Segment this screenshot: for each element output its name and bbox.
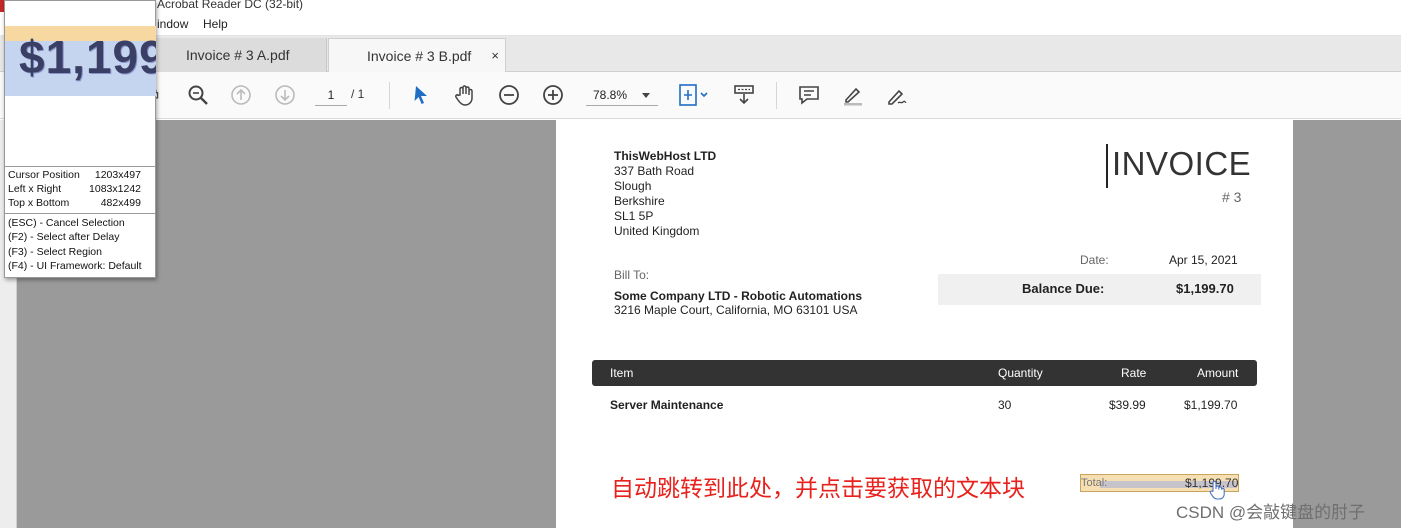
bill-to-address: 3216 Maple Court, California, MO 63101 U…	[614, 303, 858, 317]
seller-address-line: Slough	[614, 179, 652, 193]
shortcut-esc: (ESC) - Cancel Selection	[8, 217, 125, 229]
tab-label: Invoice # 3 B.pdf	[367, 47, 472, 64]
column-header-item: Item	[610, 366, 634, 380]
shortcut-f3: (F3) - Select Region	[8, 246, 102, 258]
sign-icon[interactable]	[884, 82, 910, 108]
magnified-text: $1,199	[19, 31, 156, 83]
top-bottom-value: 482x499	[100, 197, 141, 209]
page-number-input[interactable]: 1	[315, 84, 347, 106]
table-cell-item: Server Maintenance	[610, 398, 724, 412]
menu-bar: indow Help	[0, 14, 1401, 36]
window-title: Acrobat Reader DC (32-bit)	[157, 0, 304, 11]
zoom-in-icon[interactable]	[540, 82, 566, 108]
instruction-annotation: 自动跳转到此处，并点击要获取的文本块	[611, 475, 1025, 501]
page-total: / 1	[351, 87, 365, 101]
invoice-number: # 3	[1222, 189, 1242, 205]
select-cursor-icon[interactable]	[408, 82, 434, 108]
table-cell-rate: $39.99	[1109, 398, 1146, 412]
zoom-level-value: 78.8%	[593, 88, 628, 102]
total-label: Total:	[1081, 477, 1108, 489]
zoom-search-icon[interactable]	[185, 82, 211, 108]
bill-to-name: Some Company LTD - Robotic Automations	[614, 289, 862, 303]
column-header-rate: Rate	[1121, 366, 1147, 380]
close-tab-icon[interactable]: ×	[491, 48, 499, 63]
highlight-pen-icon[interactable]	[840, 82, 866, 108]
divider	[5, 213, 156, 214]
comment-icon[interactable]	[796, 82, 822, 108]
seller-address-line: 337 Bath Road	[614, 164, 695, 178]
hand-pointer-cursor-icon	[1209, 481, 1225, 500]
menu-help[interactable]: Help	[203, 17, 228, 31]
date-value: Apr 15, 2021	[1169, 253, 1238, 267]
table-cell-amount: $1,199.70	[1184, 398, 1238, 412]
balance-due-value: $1,199.70	[1176, 281, 1234, 296]
toolbar-divider	[776, 82, 777, 109]
zoom-level-dropdown[interactable]: 78.8%	[586, 84, 658, 106]
tab-invoice-a[interactable]: Invoice # 3 A.pdf	[157, 38, 327, 72]
invoice-heading: INVOICE	[1112, 145, 1252, 182]
seller-address-line: Berkshire	[614, 194, 665, 208]
tab-bar: Invoice # 3 A.pdf Invoice # 3 B.pdf ×	[0, 36, 1401, 72]
toolbar: 1 / 1 78.8%	[0, 72, 1401, 119]
bill-to-label: Bill To:	[614, 268, 650, 282]
toolbar-divider	[389, 82, 390, 109]
seller-address-line: SL1 5P	[614, 209, 654, 223]
csdn-watermark: CSDN @会敲键盘的肘子	[1176, 503, 1366, 522]
column-header-amount: Amount	[1197, 366, 1239, 380]
shortcut-f2: (F2) - Select after Delay	[8, 231, 120, 243]
top-bottom-label: Top x Bottom	[8, 197, 70, 209]
previous-page-icon[interactable]	[228, 82, 254, 108]
document-margin	[1293, 120, 1401, 528]
hand-tool-icon[interactable]	[452, 82, 478, 108]
zoom-out-icon[interactable]	[496, 82, 522, 108]
seller-company-name: ThisWebHost LTD	[614, 149, 717, 163]
cursor-position-label: Cursor Position	[8, 169, 80, 181]
table-header	[592, 360, 1257, 386]
table-cell-quantity: 30	[998, 398, 1012, 412]
divider	[5, 166, 156, 167]
balance-due-label: Balance Due:	[1022, 281, 1105, 296]
cursor-position-value: 1203x497	[94, 169, 141, 181]
left-right-value: 1083x1242	[89, 183, 141, 195]
pdf-page: ThisWebHost LTD 337 Bath Road Slough Ber…	[556, 120, 1293, 528]
seller-address-line: United Kingdom	[614, 224, 700, 238]
title-bar: Acrobat Reader DC (32-bit)	[0, 0, 1401, 14]
text-cursor	[1106, 144, 1108, 188]
tab-label: Invoice # 3 A.pdf	[186, 47, 290, 63]
element-inspector-popup: $1,199 Cursor Position 1203x497 Left x R…	[4, 0, 156, 278]
chevron-down-icon	[642, 93, 650, 98]
magnifier-preview: $1,199	[5, 26, 156, 96]
scrolling-mode-icon[interactable]	[731, 82, 757, 108]
shortcut-f4: (F4) - UI Framework: Default	[8, 260, 142, 272]
left-right-label: Left x Right	[8, 183, 62, 195]
menu-window[interactable]: indow	[157, 17, 188, 31]
column-header-quantity: Quantity	[998, 366, 1043, 380]
fit-page-icon[interactable]	[676, 82, 712, 108]
date-label: Date:	[1080, 253, 1109, 267]
tab-invoice-b[interactable]: Invoice # 3 B.pdf ×	[328, 38, 506, 72]
next-page-icon[interactable]	[272, 82, 298, 108]
